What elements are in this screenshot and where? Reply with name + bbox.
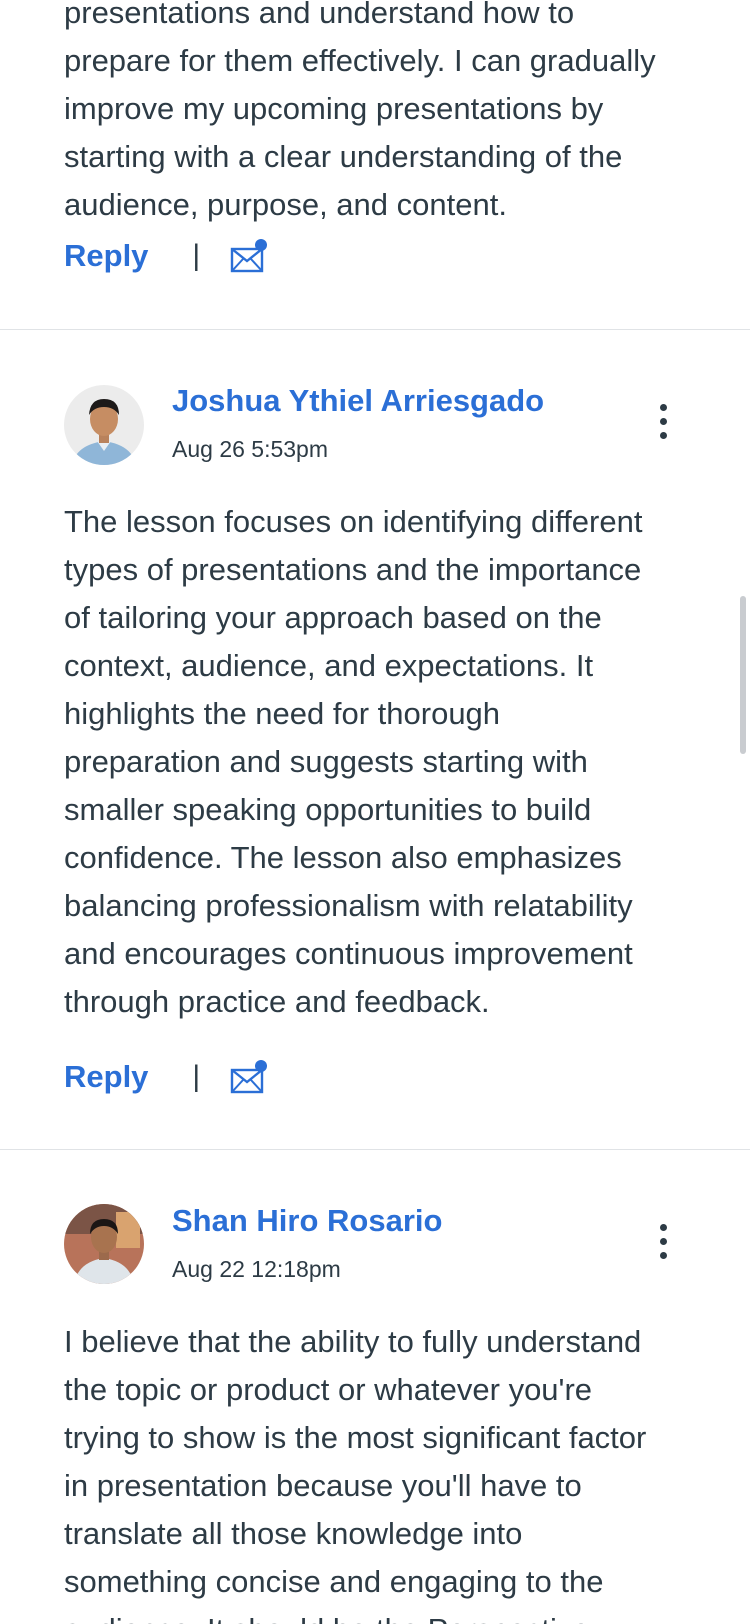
entry-body: I believe that the ability to fully unde…	[64, 1324, 647, 1624]
more-options-icon[interactable]	[650, 1220, 678, 1264]
scrollbar[interactable]	[740, 596, 746, 754]
action-separator: |	[192, 1060, 201, 1093]
entry-actions: Reply |	[64, 236, 268, 276]
author-name[interactable]: Joshua Ythiel Arriesgado	[172, 383, 544, 419]
avatar[interactable]	[64, 1204, 144, 1284]
entry-body: The lesson focuses on identifying differ…	[64, 504, 643, 1019]
entry-divider	[0, 329, 750, 330]
author-name[interactable]: Shan Hiro Rosario	[172, 1203, 442, 1239]
post-timestamp: Aug 26 5:53pm	[172, 436, 329, 462]
entry-divider	[0, 1149, 750, 1150]
more-options-icon[interactable]	[650, 400, 678, 444]
post-timestamp: Aug 22 12:18pm	[172, 1256, 341, 1282]
reply-button[interactable]: Reply	[64, 238, 148, 274]
entry-body: presentations and understand how to prep…	[64, 0, 656, 222]
reply-button[interactable]: Reply	[64, 1059, 148, 1095]
mail-unread-icon[interactable]	[230, 238, 268, 274]
discussion-page: presentations and understand how to prep…	[0, 0, 750, 1624]
action-separator: |	[192, 239, 201, 272]
mail-unread-icon[interactable]	[230, 1059, 268, 1095]
avatar[interactable]	[64, 385, 144, 465]
entry-actions: Reply |	[64, 1057, 268, 1097]
